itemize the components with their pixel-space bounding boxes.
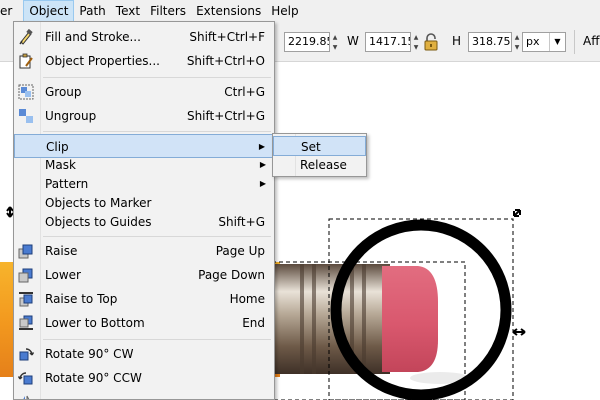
menu-text[interactable]: Text bbox=[111, 0, 145, 22]
menu-layer-partial[interactable]: er bbox=[0, 0, 17, 22]
menu-item-rotate-cw[interactable]: Rotate 90° CW bbox=[14, 342, 274, 366]
pencil-eraser bbox=[382, 266, 438, 372]
w-label: W bbox=[347, 34, 359, 48]
rotate-ccw-icon bbox=[17, 370, 34, 386]
menu-item-objects-to-guides[interactable]: Objects to Guides Shift+G bbox=[14, 210, 274, 234]
menu-item-shortcut: Home bbox=[229, 292, 265, 306]
menu-item-lower[interactable]: Lower Page Down bbox=[14, 263, 274, 287]
object-properties-icon bbox=[18, 53, 34, 69]
h-label: H bbox=[452, 34, 462, 48]
ungroup-icon bbox=[18, 108, 34, 124]
ferrule-ridge-1 bbox=[300, 264, 304, 374]
menu-item-shortcut: Shift+G bbox=[218, 215, 265, 229]
menu-item-raise[interactable]: Raise Page Up bbox=[14, 239, 274, 263]
unit-value: px bbox=[526, 35, 540, 48]
menu-item-shortcut: Shift+Ctrl+F bbox=[189, 30, 265, 44]
fill-stroke-icon bbox=[18, 28, 34, 45]
menu-item-flip-partial[interactable] bbox=[14, 390, 274, 399]
menu-item-fill-and-stroke[interactable]: Fill and Stroke... Shift+Ctrl+F bbox=[14, 25, 274, 49]
menu-separator bbox=[43, 339, 271, 340]
ferrule-ridge-2 bbox=[312, 264, 316, 374]
menu-item-label: Rotate 90° CCW bbox=[45, 371, 142, 385]
affect-label: Aff bbox=[583, 34, 600, 48]
lower-icon bbox=[18, 267, 34, 283]
menu-item-shortcut: End bbox=[242, 316, 265, 330]
scale-handle-ne bbox=[513, 209, 521, 217]
menu-item-ungroup[interactable]: Ungroup Shift+Ctrl+G bbox=[14, 104, 274, 128]
rotate-cw-icon bbox=[18, 346, 35, 362]
menu-item-label: Release bbox=[300, 158, 347, 172]
clip-submenu: Set Release bbox=[272, 133, 367, 177]
h-field[interactable]: 318.750 bbox=[468, 32, 512, 52]
menu-item-label: Object Properties... bbox=[45, 54, 160, 68]
object-menu: Fill and Stroke... Shift+Ctrl+F Object P… bbox=[13, 21, 275, 400]
menu-item-label: Lower bbox=[45, 268, 81, 282]
menu-extensions[interactable]: Extensions bbox=[191, 0, 266, 22]
menu-item-raise-to-top[interactable]: Raise to Top Home bbox=[14, 287, 274, 311]
menu-item-shortcut: Shift+Ctrl+O bbox=[186, 54, 265, 68]
menu-item-label: Fill and Stroke... bbox=[45, 30, 141, 44]
lower-to-bottom-icon bbox=[18, 315, 34, 331]
menu-item-clip-set[interactable]: Set bbox=[273, 136, 366, 156]
menu-item-clip-release[interactable]: Release bbox=[273, 155, 366, 175]
w-field[interactable]: 1417.15 bbox=[365, 32, 411, 52]
menu-path[interactable]: Path bbox=[74, 0, 110, 22]
menu-item-lower-to-bottom[interactable]: Lower to Bottom End bbox=[14, 311, 274, 335]
menu-object-label: Object bbox=[29, 4, 69, 18]
menu-filters[interactable]: Filters bbox=[145, 0, 191, 22]
h-spinner[interactable]: ▲ ▼ bbox=[512, 32, 522, 52]
menu-item-label: Objects to Guides bbox=[45, 215, 152, 229]
menu-bar: er Object Path Text Filters Extensions H… bbox=[0, 0, 600, 22]
menu-item-label: Raise to Top bbox=[45, 292, 118, 306]
menu-item-label: Set bbox=[301, 140, 321, 154]
menu-item-shortcut: Page Down bbox=[198, 268, 265, 282]
flip-horizontal-icon bbox=[18, 394, 34, 399]
chevron-down-icon: ▼ bbox=[549, 33, 565, 51]
ferrule-ridge-4 bbox=[362, 264, 366, 374]
menu-item-label: Lower to Bottom bbox=[45, 316, 145, 330]
menu-separator bbox=[43, 236, 271, 237]
menu-item-group[interactable]: Group Ctrl+G bbox=[14, 80, 274, 104]
x-field[interactable]: 2219.85 bbox=[284, 32, 330, 52]
menu-item-object-properties[interactable]: Object Properties... Shift+Ctrl+O bbox=[14, 49, 274, 73]
menu-item-shortcut: Ctrl+G bbox=[224, 85, 265, 99]
menu-item-rotate-ccw[interactable]: Rotate 90° CCW bbox=[14, 366, 274, 390]
group-icon bbox=[18, 84, 34, 100]
menu-separator bbox=[43, 77, 271, 78]
menu-item-label: Raise bbox=[45, 244, 78, 258]
menu-item-shortcut: Shift+Ctrl+G bbox=[186, 109, 265, 123]
menu-separator bbox=[43, 131, 271, 132]
unit-select[interactable]: px ▼ bbox=[522, 32, 566, 52]
scale-handle-e bbox=[512, 328, 526, 336]
menu-item-shortcut: Page Up bbox=[215, 244, 265, 258]
menu-item-label: Ungroup bbox=[45, 109, 97, 123]
menu-item-label: Group bbox=[45, 85, 82, 99]
w-spinner[interactable]: ▲ ▼ bbox=[411, 32, 421, 52]
menu-object[interactable]: Object bbox=[23, 0, 75, 22]
lock-icon[interactable] bbox=[424, 33, 438, 51]
raise-to-top-icon bbox=[18, 291, 34, 307]
raise-icon bbox=[18, 243, 34, 259]
menu-help[interactable]: Help bbox=[266, 0, 303, 22]
menu-item-label: Rotate 90° CW bbox=[45, 347, 134, 361]
toolbar-separator bbox=[574, 30, 575, 54]
x-spinner[interactable]: ▲ ▼ bbox=[330, 32, 340, 52]
